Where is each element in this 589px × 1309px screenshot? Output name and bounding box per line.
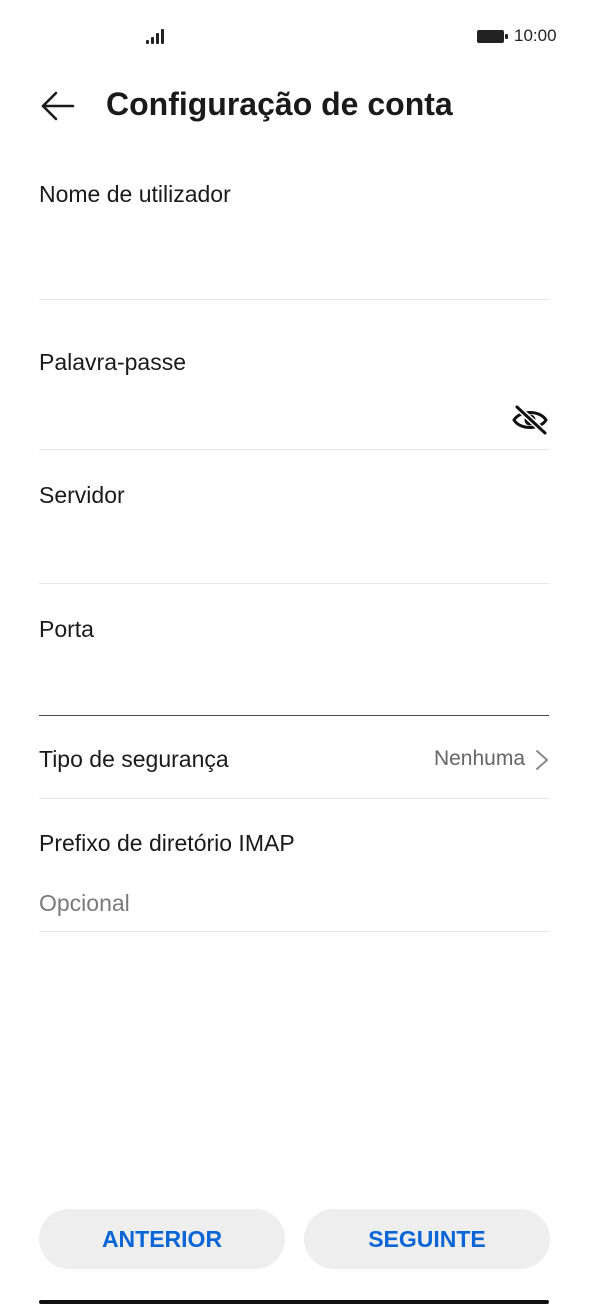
signal-strength-icon (146, 28, 168, 44)
home-indicator (39, 1300, 549, 1304)
security-type-row[interactable]: Tipo de segurança Nenhuma (39, 728, 549, 792)
port-divider-active (39, 715, 549, 716)
security-divider (39, 798, 549, 799)
port-label: Porta (39, 616, 94, 642)
username-divider (39, 299, 549, 300)
server-input[interactable] (39, 532, 549, 572)
back-arrow-icon[interactable] (38, 86, 78, 126)
server-label: Servidor (39, 482, 125, 508)
password-divider (39, 449, 549, 450)
chevron-right-icon (536, 750, 548, 770)
port-input[interactable] (39, 666, 549, 706)
username-label: Nome de utilizador (39, 181, 231, 207)
password-label: Palavra-passe (39, 349, 187, 375)
app-header: Configuração de conta (0, 72, 589, 144)
security-type-value: Nenhuma (433, 747, 525, 770)
page-title: Configuração de conta (106, 86, 453, 122)
password-input[interactable] (39, 400, 499, 440)
imap-prefix-input[interactable] (39, 883, 549, 923)
eye-off-icon[interactable] (511, 404, 549, 436)
imap-prefix-divider (39, 931, 549, 932)
status-time: 10:00 (514, 26, 557, 45)
status-bar: 10:00 (0, 0, 589, 72)
next-button[interactable]: SEGUINTE (304, 1209, 550, 1269)
battery-icon (477, 30, 508, 43)
imap-prefix-label: Prefixo de diretório IMAP (39, 830, 295, 856)
username-input[interactable] (39, 240, 549, 280)
previous-button[interactable]: ANTERIOR (39, 1209, 285, 1269)
security-type-label: Tipo de segurança (39, 746, 229, 772)
server-divider (39, 583, 549, 584)
